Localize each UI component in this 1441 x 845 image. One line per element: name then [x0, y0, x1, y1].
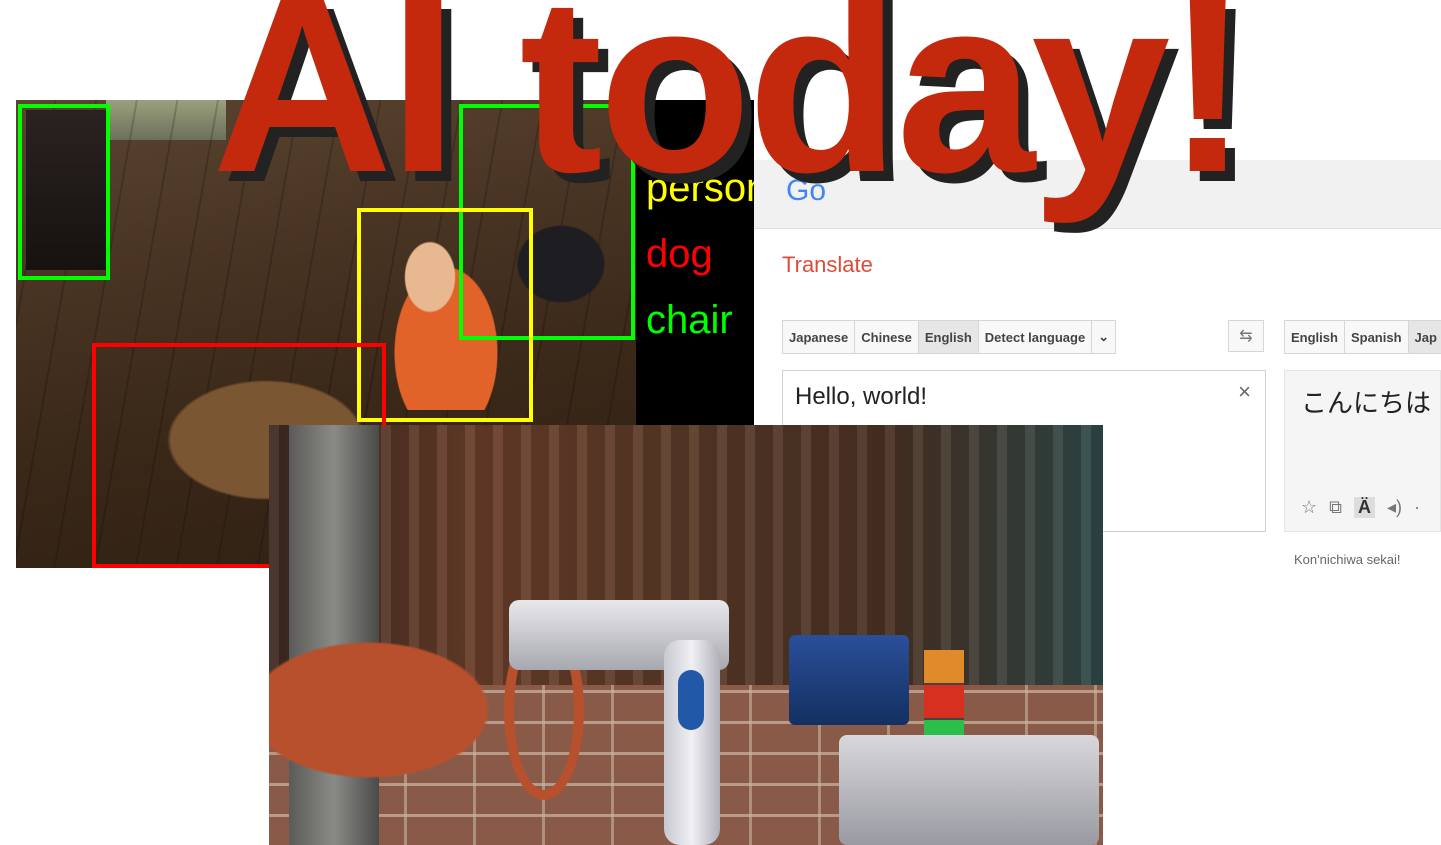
- target-lang-spanish-button[interactable]: Spanish: [1344, 321, 1409, 353]
- more-icon[interactable]: ·: [1414, 497, 1420, 518]
- copy-icon[interactable]: ⧉: [1329, 497, 1342, 518]
- robot-arm-shape: [664, 640, 720, 845]
- target-lang-japanese-button[interactable]: Jap: [1408, 321, 1441, 353]
- light-red: [924, 685, 964, 720]
- headline: AI today!: [212, 0, 1249, 224]
- swap-languages-icon[interactable]: ⇆: [1228, 320, 1264, 352]
- chair-bounding-box: [18, 104, 110, 280]
- phonetic-toggle-icon[interactable]: Ä: [1354, 497, 1375, 518]
- source-language-bar: Japanese Chinese English Detect language…: [782, 320, 1117, 354]
- output-toolbar: ☆ ⧉ Ä ◂) ·: [1301, 497, 1420, 518]
- detect-language-button[interactable]: Detect language: [978, 321, 1093, 353]
- source-text: Hello, world!: [795, 383, 928, 410]
- chevron-down-icon[interactable]: ⌄: [1092, 321, 1116, 353]
- arm-blue-marker: [678, 670, 704, 730]
- translation-output: こんにちは ☆ ⧉ Ä ◂) ·: [1284, 370, 1441, 532]
- robot-body-shape: [839, 735, 1099, 845]
- translated-text: こんにちは: [1301, 388, 1432, 418]
- robot-sensor-head-shape: [789, 635, 909, 725]
- lang-japanese-button[interactable]: Japanese: [783, 321, 856, 353]
- lang-chinese-button[interactable]: Chinese: [855, 321, 919, 353]
- target-lang-english-button[interactable]: English: [1285, 321, 1345, 353]
- robot-valve-photo: [269, 425, 1103, 845]
- lang-english-button[interactable]: English: [918, 321, 979, 353]
- romanization-text: Kon'nichiwa sekai!: [1294, 552, 1401, 567]
- target-language-bar: English Spanish Jap: [1284, 320, 1441, 354]
- close-icon[interactable]: ×: [1238, 379, 1251, 405]
- valve-body-shape: [269, 625, 519, 795]
- label-chair: chair: [646, 298, 733, 342]
- star-icon[interactable]: ☆: [1301, 497, 1317, 518]
- light-amber: [924, 650, 964, 685]
- speaker-icon[interactable]: ◂): [1387, 497, 1402, 518]
